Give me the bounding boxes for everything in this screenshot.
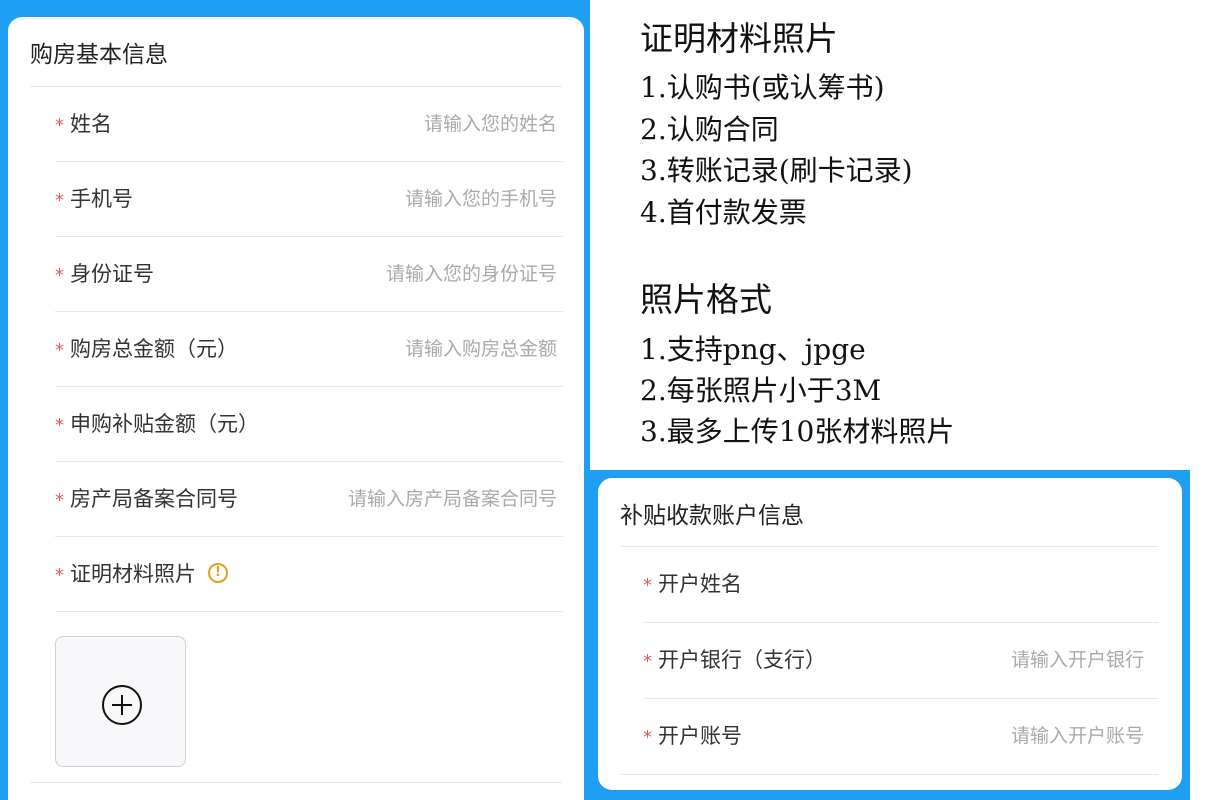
field-bank-branch: * 开户银行（支行）	[643, 623, 1158, 699]
material-item: 1.认购书(或认筹书)	[640, 71, 885, 104]
field-subsidy-amount: * 申购补贴金额（元）	[55, 387, 563, 462]
field-account-number-label: 开户账号	[658, 724, 742, 748]
material-item: 4.首付款发票	[640, 196, 807, 229]
field-account-name-label: 开户姓名	[658, 572, 742, 596]
field-phone-label: 手机号	[70, 187, 133, 211]
id-number-input[interactable]	[317, 257, 557, 291]
purchase-info-title: 购房基本信息	[30, 42, 168, 68]
required-mark: *	[55, 265, 64, 286]
account-number-input[interactable]	[904, 719, 1144, 753]
field-proof-photos: * 证明材料照片!	[55, 537, 563, 612]
divider	[30, 782, 562, 783]
field-total-amount: * 购房总金额（元）	[55, 312, 563, 387]
field-id-number: * 身份证号	[55, 237, 563, 312]
field-contract-number: * 房产局备案合同号	[55, 462, 563, 537]
field-account-number: * 开户账号	[643, 699, 1158, 775]
field-proof-photos-label: 证明材料照片	[70, 562, 196, 586]
required-mark: *	[55, 190, 64, 211]
plus-circle-icon	[102, 685, 142, 725]
required-mark: *	[643, 727, 652, 748]
phone-input[interactable]	[317, 182, 557, 216]
material-item: 2.认购合同	[640, 113, 779, 146]
purchase-info-card: 购房基本信息 * 姓名 * 手机号 * 身份证号 * 购房总金额（元） * 申购补贴金额（…	[8, 17, 584, 800]
name-input[interactable]	[317, 107, 557, 141]
required-mark: *	[55, 490, 64, 511]
required-mark: *	[55, 415, 64, 436]
bank-branch-input[interactable]	[904, 643, 1144, 677]
required-mark: *	[55, 565, 64, 586]
divider	[620, 774, 1158, 775]
account-info-card: 补贴收款账户信息 * 开户姓名 * 开户银行（支行） * 开户账号	[598, 478, 1182, 790]
field-name-label: 姓名	[70, 112, 112, 136]
required-mark: *	[55, 340, 64, 361]
required-mark: *	[55, 115, 64, 136]
field-id-number-label: 身份证号	[70, 262, 154, 286]
format-item: 1.支持png、jpge	[640, 333, 866, 366]
field-name: * 姓名	[55, 87, 563, 162]
total-amount-input[interactable]	[317, 332, 557, 366]
account-name-input[interactable]	[904, 567, 1144, 601]
field-contract-number-label: 房产局备案合同号	[70, 487, 238, 511]
format-item: 3.最多上传10张材料照片	[640, 415, 955, 448]
subsidy-amount-input[interactable]	[317, 407, 557, 441]
field-account-name: * 开户姓名	[643, 547, 1158, 623]
required-mark: *	[643, 575, 652, 596]
contract-number-input[interactable]	[317, 482, 557, 516]
format-heading: 照片格式	[640, 280, 772, 319]
account-info-title: 补贴收款账户信息	[620, 503, 804, 529]
format-item: 2.每张照片小于3M	[640, 374, 882, 407]
materials-heading: 证明材料照片	[640, 19, 838, 58]
field-phone: * 手机号	[55, 162, 563, 237]
material-item: 3.转账记录(刷卡记录)	[640, 154, 913, 187]
required-mark: *	[643, 651, 652, 672]
upload-photo-button[interactable]	[55, 636, 186, 767]
field-subsidy-amount-label: 申购补贴金额（元）	[70, 412, 259, 436]
field-bank-branch-label: 开户银行（支行）	[658, 648, 826, 672]
info-icon[interactable]: !	[208, 563, 228, 583]
field-total-amount-label: 购房总金额（元）	[70, 337, 238, 361]
